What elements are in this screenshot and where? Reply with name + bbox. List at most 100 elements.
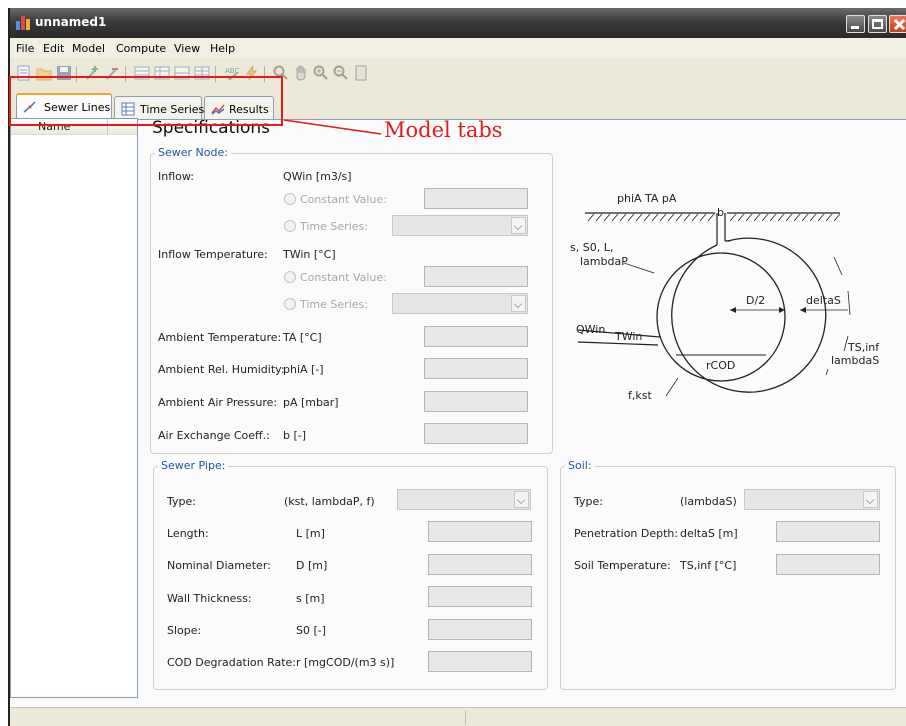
diagram-label-fkst: f,kst [628,389,652,402]
pan-hand-icon[interactable] [293,65,309,81]
diagram-label-top: phiA TA pA [617,192,677,205]
temp-constant-radio[interactable] [284,271,296,283]
cod-rate-label: COD Degradation Rate: [167,656,297,669]
chevron-down-icon [511,295,526,312]
soil-type-select[interactable] [744,489,880,510]
wall-thickness-symbol: s [m] [296,592,325,605]
ambient-temperature-symbol: TA [°C] [283,331,322,344]
radio-label: Time Series: [300,298,368,311]
diagram-label-s: s, S0, L, [570,241,613,254]
diagram-label-lambdap: lambdaP [580,255,628,268]
radio-label: Constant Value: [300,271,387,284]
slope-label: Slope: [167,624,202,637]
diagram-label-deltas: deltaS [806,294,841,307]
temp-constant-input[interactable] [424,266,528,287]
zoom-out-icon[interactable] [333,65,349,81]
menu-help[interactable]: Help [210,42,235,55]
menu-edit[interactable]: Edit [43,42,64,55]
annotation-pointer [283,119,382,135]
cod-rate-symbol: r [mgCOD/(m3 s)] [296,656,395,669]
chevron-down-icon [863,491,878,508]
inflow-timeseries-radio[interactable] [284,220,296,232]
inflow-label: Inflow: [158,170,194,183]
inflow-temperature-symbol: TWin [°C] [283,248,336,261]
cod-rate-input[interactable] [428,651,532,672]
penetration-depth-label: Penetration Depth: [574,527,679,540]
status-bar [10,707,906,726]
inflow-timeseries-select[interactable] [392,215,528,236]
ground-hatch [587,213,841,222]
annotation-label: Model tabs [384,118,503,142]
model-tabs-highlight [9,76,283,126]
pipe-type-label: Type: [167,495,196,508]
inflow-constant-input[interactable] [424,188,528,209]
air-pressure-input[interactable] [424,391,528,412]
chevron-down-icon [514,491,529,508]
diagram-label-twin: TWin [614,330,642,343]
air-pressure-symbol: pA [mbar] [283,396,339,409]
temp-timeseries-select[interactable] [392,293,528,314]
title-bar: unnamed1 [10,8,906,38]
chevron-down-icon [511,217,526,234]
sewer-node-legend: Sewer Node: [155,146,231,159]
diameter-input[interactable] [428,554,532,575]
penetration-depth-symbol: deltaS [m] [680,527,738,540]
inflow-temperature-label: Inflow Temperature: [158,248,268,261]
wall-thickness-input[interactable] [428,586,532,607]
window-title: unnamed1 [35,15,107,29]
leader-line [825,368,829,376]
diameter-label: Nominal Diameter: [167,559,271,572]
sewer-pipe-legend: Sewer Pipe: [158,459,229,472]
tick-mark [847,290,851,316]
wall-thickness-label: Wall Thickness: [167,592,252,605]
sewer-lines-list[interactable]: Name [10,118,138,698]
arrowheads [800,307,806,313]
temp-timeseries-radio[interactable] [284,298,296,310]
diagram-label-d2: D/2 [746,294,765,307]
menu-file[interactable]: File [16,42,34,55]
tick-mark [833,256,843,276]
length-label: Length: [167,527,209,540]
radio-label: Constant Value: [300,193,387,206]
menu-bar: File Edit Model Compute View Help [10,38,906,58]
diagram-label-b: b [717,206,724,219]
humidity-input[interactable] [424,358,528,379]
slope-symbol: S0 [-] [296,624,327,637]
air-exchange-symbol: b [-] [283,429,307,442]
radio-label: Time Series: [300,220,368,233]
diagram-label-lambdas: lambdaS [831,354,879,367]
ambient-temperature-input[interactable] [424,326,528,347]
air-exchange-input[interactable] [424,423,528,444]
soil-legend: Soil: [565,459,595,472]
leader-line [623,262,655,274]
pipe-type-symbol: (kst, lambdaP, f) [284,495,375,508]
inflow-constant-radio[interactable] [284,193,296,205]
minimize-button[interactable] [846,15,865,33]
maximize-button[interactable] [868,15,887,33]
soil-temperature-label: Soil Temperature: [574,559,671,572]
length-symbol: L [m] [296,527,325,540]
diameter-symbol: D [m] [296,559,328,572]
penetration-depth-input[interactable] [776,521,880,542]
soil-type-symbol: (lambdaS) [680,495,737,508]
inflow-symbol: QWin [m3/s] [283,170,352,183]
menu-model[interactable]: Model [72,42,105,55]
close-button[interactable] [889,15,906,33]
soil-type-label: Type: [574,495,603,508]
sewer-cross-section-diagram: phiA TA pA b s, S0, L, lambdaP D/2 delta… [570,192,880,402]
soil-temperature-input[interactable] [776,554,880,575]
soil-temperature-symbol: TS,inf [°C] [680,559,737,572]
humidity-label: Ambient Rel. Humidity: [158,363,285,376]
length-input[interactable] [428,521,532,542]
diagram-label-ts: TS,inf [847,341,880,354]
menu-compute[interactable]: Compute [116,42,166,55]
diagram-label-rcod: rCOD [706,359,735,372]
app-icon [16,16,30,30]
ambient-temperature-label: Ambient Temperature: [158,331,282,344]
fit-page-icon[interactable] [353,65,369,81]
slope-input[interactable] [428,619,532,640]
diagram-label-qwin: QWin [576,323,605,336]
menu-view[interactable]: View [174,42,200,55]
zoom-in-icon[interactable] [313,65,329,81]
pipe-type-select[interactable] [397,489,531,510]
